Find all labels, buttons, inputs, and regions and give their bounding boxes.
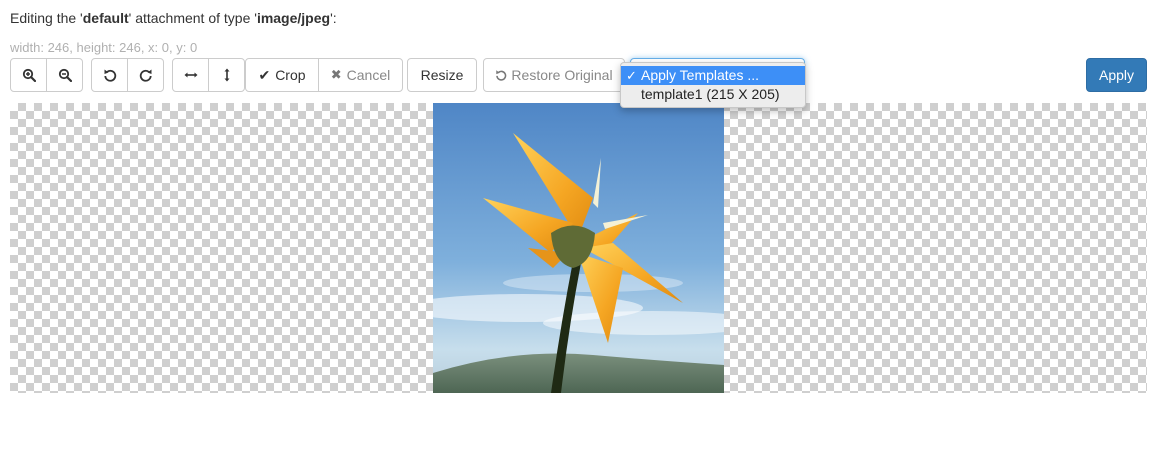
rotate-left-icon <box>103 69 116 82</box>
zoom-group <box>10 58 83 92</box>
crop-group: ✔ Crop ✖ Cancel <box>245 58 403 92</box>
rotate-left-button[interactable] <box>91 58 128 92</box>
crop-button[interactable]: ✔ Crop <box>245 58 319 92</box>
dropdown-option-apply-templates[interactable]: ✓ Apply Templates ... <box>621 66 805 85</box>
editor-heading: Editing the 'default' attachment of type… <box>10 10 337 26</box>
attachment-name: default <box>82 10 129 26</box>
checkmark-icon: ✓ <box>626 68 637 83</box>
attachment-image <box>433 103 724 393</box>
flip-group <box>172 58 245 92</box>
zoom-in-button[interactable] <box>10 58 47 92</box>
undo-icon <box>496 70 507 81</box>
zoom-in-icon <box>22 68 36 82</box>
option-label: Apply Templates ... <box>641 67 760 83</box>
zoom-out-button[interactable] <box>46 58 83 92</box>
rotate-group <box>91 58 164 92</box>
zoom-out-icon <box>58 68 72 82</box>
dropdown-option-template1[interactable]: template1 (215 X 205) <box>621 85 805 104</box>
attachment-type: image/jpeg <box>256 10 331 26</box>
rotate-right-button[interactable] <box>127 58 164 92</box>
crop-label: Crop <box>275 67 306 83</box>
restore-original-button[interactable]: Restore Original <box>483 58 625 92</box>
cancel-button[interactable]: ✖ Cancel <box>318 58 403 92</box>
restore-label: Restore Original <box>511 67 613 83</box>
option-label: template1 (215 X 205) <box>641 86 780 102</box>
rotate-right-icon <box>139 69 152 82</box>
image-canvas[interactable] <box>10 103 1147 393</box>
resize-label: Resize <box>420 67 464 83</box>
flip-horizontal-button[interactable] <box>172 58 209 92</box>
flip-vertical-icon <box>224 68 229 82</box>
resize-group: Resize <box>407 58 477 92</box>
check-icon: ✔ <box>258 66 271 83</box>
restore-group: Restore Original <box>483 58 625 92</box>
templates-dropdown-menu: ✓ Apply Templates ... template1 (215 X 2… <box>620 62 806 108</box>
flip-horizontal-icon <box>184 72 197 78</box>
cancel-label: Cancel <box>346 67 391 83</box>
close-icon: ✖ <box>330 67 342 82</box>
editor-toolbar: ✔ Crop ✖ Cancel Resize Restore Original … <box>10 58 1150 108</box>
flip-vertical-button[interactable] <box>208 58 245 92</box>
apply-button[interactable]: Apply <box>1086 58 1147 92</box>
resize-button[interactable]: Resize <box>407 58 477 92</box>
crop-dimensions-readout: width: 246, height: 246, x: 0, y: 0 <box>10 40 198 55</box>
